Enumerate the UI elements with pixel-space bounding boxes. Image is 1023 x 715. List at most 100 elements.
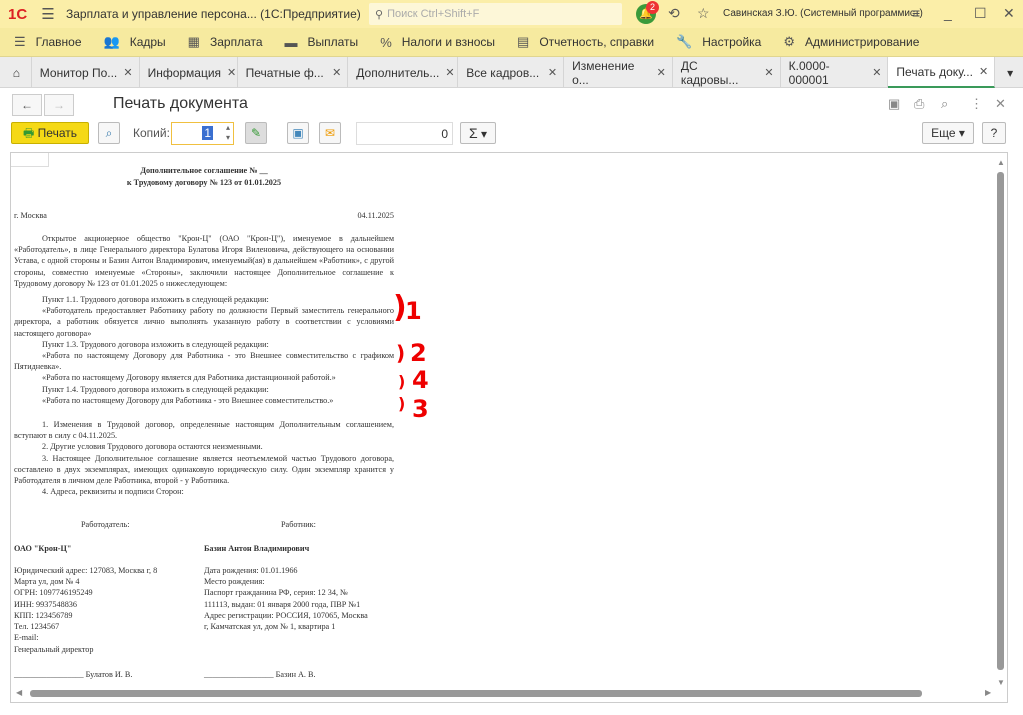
print-label: Печать [37,126,77,140]
percent-icon: % [380,34,392,50]
close-tab-icon[interactable]: ✕ [332,66,341,79]
preview-icon[interactable]: ⌕ [941,96,948,112]
magnifier-icon: ⌕ [105,126,113,140]
doc-clause-2: 2. Другие условия Трудового договора ост… [42,442,263,452]
tab[interactable]: ДС кадровы... ✕ [673,57,781,88]
tab-label: Дополнитель... [356,65,440,80]
more-actions-icon[interactable]: ⋮ [970,96,983,112]
scroll-up-icon[interactable]: ▲ [997,158,1005,167]
spreadsheet-document[interactable]: Дополнительное соглашение № __ к Трудовом… [10,152,1008,703]
tab[interactable]: Изменение о... ✕ [564,57,673,88]
menu-label: Кадры [129,35,166,49]
tab-active[interactable]: Печать доку... ✕ [888,57,996,88]
employer-line: Тел. 1234567 [14,622,60,632]
horizontal-scrollbar[interactable] [30,690,922,697]
home-icon: ⌂ [12,65,21,80]
employee-details: Дата рождения: 01.01.1966 Место рождения… [204,565,368,632]
annotation-4: 4 [412,366,429,394]
search-placeholder: Поиск Ctrl+Shift+F [387,8,480,20]
preview-button[interactable]: ⌕ [98,122,120,144]
employer-line: ОГРН: 1097746195249 [14,588,93,598]
menu-payments[interactable]: ▬ Выплаты [285,35,359,50]
menu-settings[interactable]: 🔧 Настройка [676,34,761,50]
close-tab-icon[interactable]: ✕ [227,66,236,79]
doc-p13-text: «Работа по настоящему Договору для Работ… [14,351,394,372]
tab[interactable]: Информация ✕ [140,57,238,88]
employer-signature: _________________ Булатов И. В. [14,670,133,679]
doc-intro: Открытое акционерное общество "Крон-Ц" (… [14,234,394,288]
close-icon[interactable]: ✕ [1003,5,1015,22]
annotation-bracket: ) [398,372,406,391]
sum-button[interactable]: Σ ▾ [460,122,496,144]
copies-stepper[interactable]: ▴ ▾ [226,123,230,143]
tab[interactable]: Дополнитель... ✕ [348,57,459,88]
tab[interactable]: К.0000-000001 ✕ [781,57,889,88]
home-tab[interactable]: ⌂ [0,57,32,88]
edit-button[interactable]: ✎ [245,122,267,144]
search-icon: ⚲ [375,8,384,21]
minimize-icon[interactable]: _ [944,5,952,21]
help-button[interactable]: ? [982,122,1006,144]
notifications-count: 2 [646,1,659,14]
open-tabs: ⌂ Монитор По... ✕ Информация ✕ Печатные ф.… [0,57,1023,88]
close-tab-icon[interactable]: ✕ [764,66,773,79]
menu-taxes[interactable]: % Налоги и взносы [380,35,495,50]
print-button[interactable]: 🖶 Печать [11,122,89,144]
close-tab-icon[interactable]: ✕ [657,66,666,79]
menu-main[interactable]: ☰ Главное [14,34,82,50]
settings-menu-icon[interactable]: ≡ [912,5,920,21]
scroll-down-icon[interactable]: ▼ [997,678,1005,687]
star-icon[interactable]: ☆ [697,5,710,22]
back-button[interactable]: ← [12,94,42,116]
main-menu-icon[interactable]: ☰ [38,5,58,23]
search-input[interactable]: ⚲ Поиск Ctrl+Shift+F [369,3,622,25]
scroll-right-icon[interactable]: ▶ [985,688,991,697]
tabs-dropdown-icon[interactable]: ▾ [995,57,1023,88]
tab[interactable]: Все кадров... ✕ [458,57,565,88]
email-button[interactable]: ✉ [319,122,341,144]
close-tab-icon[interactable]: ✕ [123,66,132,79]
envelope-icon: ✉ [324,126,336,140]
tab-label: К.0000-000001 [788,58,830,87]
maximize-icon[interactable]: ☐ [974,5,987,22]
history-icon[interactable]: ⟲ [668,5,680,22]
scroll-left-icon[interactable]: ◀ [16,688,22,697]
doc-p14-text: «Работа по настоящему Договору для Работ… [42,395,334,405]
employer-name: ОАО "Крон-Ц" [14,544,72,553]
close-tab-icon[interactable]: ✕ [445,66,454,79]
close-form-icon[interactable]: ✕ [995,96,1006,112]
annotation-bracket: ) [398,394,406,413]
doc-p13-text2: «Работа по настоящему Договору является … [42,373,336,383]
doc-title: Дополнительное соглашение № __ к Трудовом… [14,165,394,189]
gear-icon: ⚙ [783,34,795,49]
more-button[interactable]: Еще ▾ [922,122,974,144]
menu-salary[interactable]: ▦ Зарплата [188,34,263,50]
wallet-icon: ▬ [284,34,298,50]
employer-details: Юридический адрес: 127083, Москва г, 8 М… [14,565,157,643]
print-icon[interactable]: ⎙ [914,96,924,112]
tab[interactable]: Монитор По... ✕ [32,57,140,88]
copies-input[interactable]: 1 ▴ ▾ [171,122,234,145]
tab-label: Монитор По... [39,65,118,80]
menu-hr[interactable]: 👥 Кадры [104,34,166,50]
forward-button[interactable]: → [44,94,74,116]
menu-reports[interactable]: ▤ Отчетность, справки [517,34,654,50]
close-tab-icon[interactable]: ✕ [979,65,988,78]
menu-label: Главное [35,35,82,49]
user-name[interactable]: Савинская З.Ю. (Системный программист) [723,8,923,19]
menu-label: Настройка [702,35,762,49]
close-tab-icon[interactable]: ✕ [548,66,557,79]
doc-p11: Пункт 1.1. Трудового договора изложить в… [42,295,269,304]
save-icon[interactable]: ▣ [888,96,900,112]
tab[interactable]: Печатные ф... ✕ [238,57,349,88]
menu-label: Выплаты [307,35,359,49]
wrench-icon: 🔧 [676,34,693,49]
save-button[interactable]: ▣ [287,122,309,144]
menu-admin[interactable]: ⚙ Администрирование [783,34,919,50]
employer-heading: Работодатель: [81,520,130,529]
doc-title-line1: Дополнительное соглашение № __ [140,166,268,175]
list-icon: ☰ [14,34,26,49]
close-tab-icon[interactable]: ✕ [872,66,881,79]
vertical-scrollbar[interactable] [997,172,1004,670]
copies-value: 1 [202,126,213,140]
